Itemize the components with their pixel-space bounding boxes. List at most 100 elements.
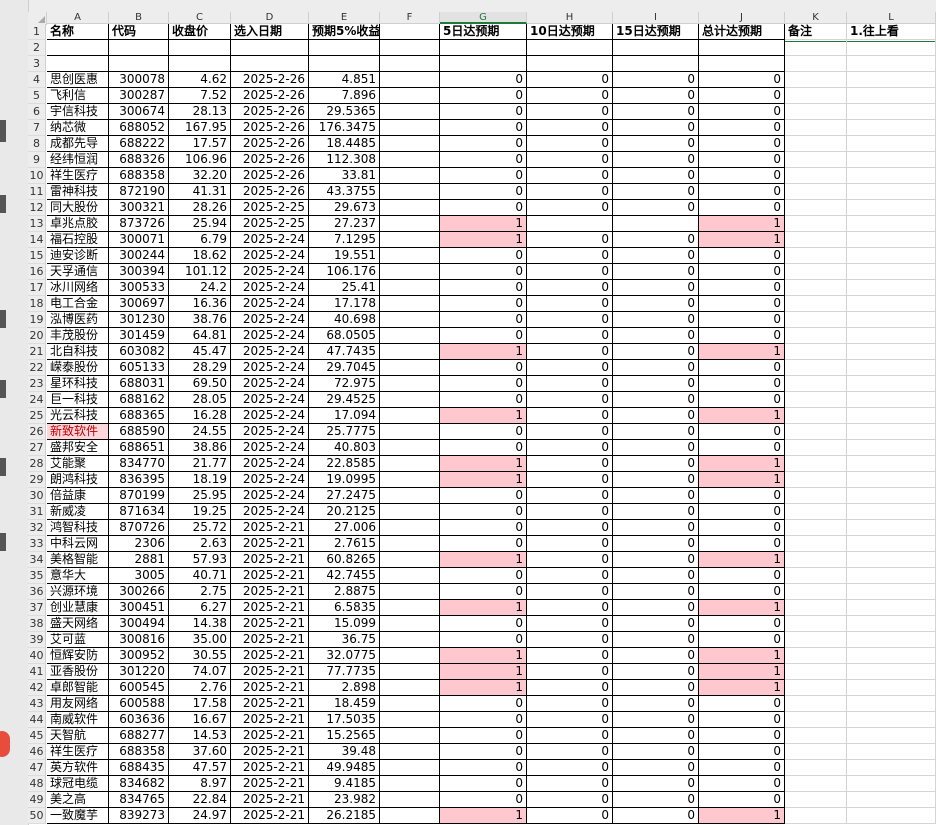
cell-g[interactable]: 0: [440, 168, 527, 184]
cell-g[interactable]: 0: [440, 248, 527, 264]
cell-empty[interactable]: [847, 696, 936, 712]
cell-date[interactable]: 2025-2-24: [231, 408, 309, 424]
cell-date[interactable]: 2025-2-25: [231, 216, 309, 232]
cell-code[interactable]: 688162: [109, 392, 169, 408]
cell-close[interactable]: 37.60: [169, 744, 231, 760]
cell-date[interactable]: 2025-2-24: [231, 248, 309, 264]
cell-j[interactable]: 0: [699, 744, 785, 760]
cell-code[interactable]: 300533: [109, 280, 169, 296]
cell-code[interactable]: 603082: [109, 344, 169, 360]
cell-close[interactable]: 38.76: [169, 312, 231, 328]
cell-g[interactable]: 0: [440, 632, 527, 648]
cell-date[interactable]: 2025-2-25: [231, 200, 309, 216]
cell-g[interactable]: 0: [440, 280, 527, 296]
cell-date[interactable]: 2025-2-24: [231, 392, 309, 408]
cell-empty[interactable]: [785, 600, 847, 616]
cell-g[interactable]: 0: [440, 152, 527, 168]
side-tool-icon[interactable]: [0, 380, 6, 398]
cell-h[interactable]: 0: [527, 728, 613, 744]
cell-name[interactable]: 鸿智科技: [47, 520, 109, 536]
cell-name[interactable]: 意华大: [47, 568, 109, 584]
cell-empty[interactable]: [847, 520, 936, 536]
cell-date[interactable]: 2025-2-24: [231, 280, 309, 296]
cell-close[interactable]: 101.12: [169, 264, 231, 280]
cell-code[interactable]: 688590: [109, 424, 169, 440]
cell-i[interactable]: 0: [613, 792, 699, 808]
column-header-h[interactable]: H: [527, 12, 613, 24]
side-tool-icon[interactable]: [0, 195, 6, 213]
cell-h[interactable]: 0: [527, 488, 613, 504]
row-header[interactable]: 50: [28, 808, 46, 824]
header-cell-b[interactable]: 代码: [109, 24, 169, 40]
cell-g[interactable]: 1: [440, 472, 527, 488]
cell-empty[interactable]: [380, 536, 440, 552]
cell-g[interactable]: 0: [440, 712, 527, 728]
cell-empty[interactable]: [785, 216, 847, 232]
cell-empty[interactable]: [785, 328, 847, 344]
cell-close[interactable]: 16.36: [169, 296, 231, 312]
column-header-i[interactable]: I: [613, 12, 699, 24]
cell-j[interactable]: [699, 56, 785, 72]
cell-g[interactable]: 0: [440, 760, 527, 776]
cell-name[interactable]: 纳芯微: [47, 120, 109, 136]
cell-date[interactable]: [231, 40, 309, 56]
cell-code[interactable]: 688277: [109, 728, 169, 744]
header-cell-h[interactable]: 10日达预期: [527, 24, 613, 40]
cell-code[interactable]: 688651: [109, 440, 169, 456]
cell-empty[interactable]: [847, 680, 936, 696]
cell-empty[interactable]: [380, 776, 440, 792]
cell-i[interactable]: 0: [613, 696, 699, 712]
cell-target[interactable]: 7.896: [309, 88, 380, 104]
cell-empty[interactable]: [785, 792, 847, 808]
cell-h[interactable]: 0: [527, 632, 613, 648]
row-header[interactable]: 16: [28, 264, 46, 280]
cell-g[interactable]: [440, 56, 527, 72]
cell-date[interactable]: 2025-2-26: [231, 152, 309, 168]
cell-name[interactable]: 艾可蓝: [47, 632, 109, 648]
cell-i[interactable]: 0: [613, 728, 699, 744]
cell-h[interactable]: [527, 40, 613, 56]
cell-j[interactable]: 0: [699, 632, 785, 648]
cell-empty[interactable]: [380, 200, 440, 216]
cell-name[interactable]: 倍益康: [47, 488, 109, 504]
cell-name[interactable]: 福石控股: [47, 232, 109, 248]
cell-name[interactable]: 电工合金: [47, 296, 109, 312]
row-header[interactable]: 19: [28, 312, 46, 328]
cell-close[interactable]: 74.07: [169, 664, 231, 680]
cell-code[interactable]: 870726: [109, 520, 169, 536]
column-header-f[interactable]: F: [380, 12, 440, 24]
cell-code[interactable]: [109, 56, 169, 72]
cell-empty[interactable]: [847, 440, 936, 456]
cell-empty[interactable]: [380, 728, 440, 744]
cell-h[interactable]: 0: [527, 648, 613, 664]
cell-empty[interactable]: [380, 104, 440, 120]
cell-empty[interactable]: [785, 568, 847, 584]
cell-empty[interactable]: [380, 488, 440, 504]
cell-target[interactable]: [309, 56, 380, 72]
cell-code[interactable]: 300816: [109, 632, 169, 648]
cell-close[interactable]: 24.97: [169, 808, 231, 824]
cell-empty[interactable]: [380, 360, 440, 376]
cell-empty[interactable]: [380, 808, 440, 824]
cell-code[interactable]: 300321: [109, 200, 169, 216]
cell-h[interactable]: 0: [527, 552, 613, 568]
row-header[interactable]: 38: [28, 616, 46, 632]
cell-j[interactable]: 0: [699, 328, 785, 344]
cell-code[interactable]: 300697: [109, 296, 169, 312]
cell-h[interactable]: 0: [527, 200, 613, 216]
cell-h[interactable]: 0: [527, 520, 613, 536]
cell-g[interactable]: 0: [440, 264, 527, 280]
cell-code[interactable]: 300071: [109, 232, 169, 248]
side-tool-icon[interactable]: [0, 533, 6, 551]
cell-empty[interactable]: [785, 88, 847, 104]
cell-empty[interactable]: [380, 40, 440, 56]
cell-g[interactable]: 0: [440, 184, 527, 200]
cell-target[interactable]: 4.851: [309, 72, 380, 88]
row-header[interactable]: 28: [28, 456, 46, 472]
cell-empty[interactable]: [785, 312, 847, 328]
cell-i[interactable]: 0: [613, 104, 699, 120]
cell-i[interactable]: 0: [613, 664, 699, 680]
header-cell-l[interactable]: 1.往上看: [847, 24, 936, 40]
cell-empty[interactable]: [847, 104, 936, 120]
cell-name[interactable]: 一致魔芋: [47, 808, 109, 824]
